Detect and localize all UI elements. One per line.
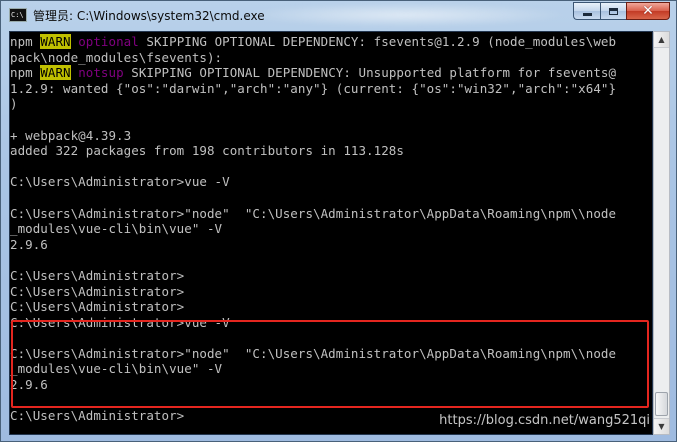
warn-badge: WARN xyxy=(40,65,71,81)
scroll-up-arrow-icon: ▲ xyxy=(658,35,665,44)
console-line: C:\Users\Administrator> xyxy=(10,268,616,284)
window-title: 管理员: C:\Windows\system32\cmd.exe xyxy=(33,9,265,23)
console-line: pack\node_modules\fsevents): xyxy=(10,50,616,66)
highlight-box xyxy=(11,320,649,408)
console-text: npm xyxy=(10,34,41,49)
console-text: pack\node_modules\fsevents): xyxy=(10,49,223,65)
console-text: C:\Users\Administrator> xyxy=(10,283,185,299)
scroll-down-arrow-icon: ▼ xyxy=(658,422,665,431)
console-text: ) xyxy=(10,96,18,112)
console-line: ) xyxy=(10,96,616,112)
cmd-window-icon[interactable]: C:\ xyxy=(9,8,27,22)
console-text: SKIPPING OPTIONAL DEPENDENCY: Unsupporte… xyxy=(123,65,617,81)
minimize-button[interactable] xyxy=(573,2,600,20)
warn-badge: WARN xyxy=(40,34,71,49)
cmd-window: C:\ 管理员: C:\Windows\system32\cmd.exe ✕ n… xyxy=(0,0,677,442)
console-text: 1.2.9: wanted {"os":"darwin","arch":"any… xyxy=(10,80,617,96)
console-text: SKIPPING OPTIONAL DEPENDENCY: fsevents@1… xyxy=(138,34,617,49)
console-line: 1.2.9: wanted {"os":"darwin","arch":"any… xyxy=(10,81,616,97)
maximize-button[interactable] xyxy=(600,2,626,20)
console-text: C:\Users\Administrator>"node" "C:\Users\… xyxy=(10,205,617,221)
console-line: C:\Users\Administrator>vue -V xyxy=(10,174,616,190)
console-line: _modules\vue-cli\bin\vue" -V xyxy=(10,221,616,237)
scroll-up-button[interactable]: ▲ xyxy=(654,32,669,48)
close-button[interactable]: ✕ xyxy=(626,2,670,20)
console-line: C:\Users\Administrator> xyxy=(10,299,616,315)
minimize-icon xyxy=(582,12,592,16)
window-controls: ✕ xyxy=(573,2,670,22)
title-bar[interactable]: C:\ 管理员: C:\Windows\system32\cmd.exe ✕ xyxy=(1,1,676,31)
console-text: C:\Users\Administrator> xyxy=(10,299,185,315)
console-line: C:\Users\Administrator>"node" "C:\Users\… xyxy=(10,206,616,222)
console-line: + webpack@4.39.3 xyxy=(10,128,616,144)
console-text: C:\Users\Administrator> xyxy=(10,267,185,283)
console-text: + webpack@4.39.3 xyxy=(10,127,132,143)
watermark: https://blog.csdn.net/wang521qi xyxy=(439,413,650,428)
console-line: 2.9.6 xyxy=(10,237,616,253)
console-text: 2.9.6 xyxy=(10,236,48,252)
console-text: _modules\vue-cli\bin\vue" -V xyxy=(10,221,223,237)
warn-tag: notsup xyxy=(78,65,124,81)
title-blur-overlay xyxy=(241,3,571,27)
console-output[interactable]: npm WARN optional SKIPPING OPTIONAL DEPE… xyxy=(9,31,653,435)
scrollbar-thumb[interactable] xyxy=(655,392,668,416)
warn-tag: optional xyxy=(78,34,139,49)
console-line: npm WARN notsup SKIPPING OPTIONAL DEPEND… xyxy=(10,65,616,81)
maximize-icon xyxy=(609,7,618,15)
console-text: C:\Users\Administrator>vue -V xyxy=(10,174,230,190)
console-line: C:\Users\Administrator> xyxy=(10,284,616,300)
console-text: npm xyxy=(10,65,41,81)
scroll-down-button[interactable]: ▼ xyxy=(654,418,669,434)
console-line: npm WARN optional SKIPPING OPTIONAL DEPE… xyxy=(10,34,616,50)
console-text: added 322 packages from 198 contributors… xyxy=(10,143,404,159)
console-text: C:\Users\Administrator> xyxy=(10,408,185,424)
vertical-scrollbar[interactable]: ▲ ▼ xyxy=(653,31,670,435)
console-line: added 322 packages from 198 contributors… xyxy=(10,143,616,159)
close-icon: ✕ xyxy=(642,3,654,19)
